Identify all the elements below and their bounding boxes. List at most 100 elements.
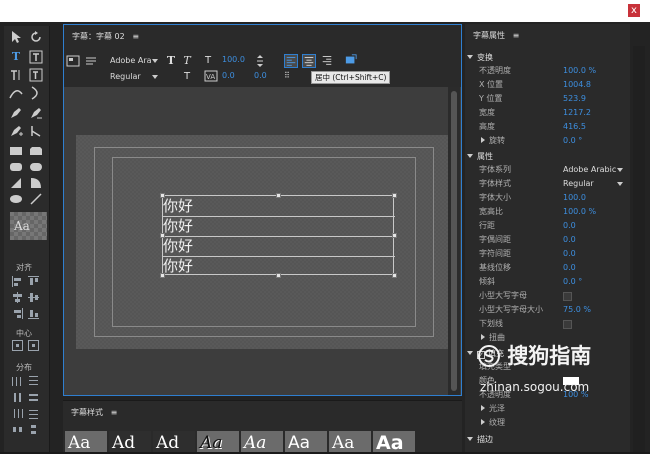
y-position-value[interactable]: 523.9: [563, 92, 586, 106]
title-styles-tab[interactable]: 字幕样式 ≡: [71, 407, 117, 418]
style-sample[interactable]: Aa: [373, 431, 415, 454]
center-vertical-icon[interactable]: [28, 340, 39, 351]
canvas-scrollbar[interactable]: [448, 87, 460, 395]
slant-field[interactable]: 0.0 °: [563, 275, 582, 289]
close-button[interactable]: x: [628, 4, 640, 17]
line-spacing-icon[interactable]: [253, 54, 267, 68]
type-tool-icon[interactable]: T: [9, 50, 23, 64]
delete-anchor-tool-icon[interactable]: [29, 106, 43, 120]
distribute-left-icon[interactable]: [12, 376, 23, 387]
tracking-field[interactable]: 0.0: [563, 247, 576, 261]
align-left-icon[interactable]: [12, 276, 23, 287]
distribute-horizontal-center-icon[interactable]: [12, 392, 23, 403]
distribute-top-icon[interactable]: [28, 376, 39, 387]
align-top-icon[interactable]: [28, 276, 39, 287]
aspect-value[interactable]: 100.0 %: [563, 205, 596, 219]
distribute-vertical-even-icon[interactable]: [28, 424, 39, 435]
style-sample[interactable]: Aa: [285, 431, 327, 454]
kerning-field[interactable]: 0.0: [563, 233, 576, 247]
align-right-icon[interactable]: [12, 308, 23, 319]
rectangle-tool-icon[interactable]: [9, 144, 23, 158]
wedge-tool-icon[interactable]: [9, 176, 23, 190]
rounded-rect-tool-icon[interactable]: [9, 160, 23, 174]
add-anchor-tool-icon[interactable]: [9, 124, 23, 138]
font-style-select[interactable]: Regular: [110, 71, 158, 83]
distribute-horizontal-even-icon[interactable]: [12, 424, 23, 435]
show-background-icon[interactable]: ⠿: [284, 71, 290, 80]
style-sample[interactable]: Aa: [65, 431, 107, 454]
kerning-value[interactable]: 0.0: [222, 71, 235, 80]
attributes-group[interactable]: 属性: [465, 151, 493, 162]
line-tool-icon[interactable]: [29, 192, 43, 206]
texture-row[interactable]: 纹理: [465, 416, 630, 430]
convert-anchor-tool-icon[interactable]: [29, 124, 43, 138]
italic-button[interactable]: T: [180, 54, 194, 68]
vertical-path-type-tool-icon[interactable]: [29, 86, 43, 100]
text-bounding-box[interactable]: 你好 你好 你好 你好: [160, 193, 397, 278]
resize-handle[interactable]: [276, 193, 281, 198]
small-caps-size-field[interactable]: 75.0 %: [563, 303, 591, 317]
style-sample[interactable]: Aa: [197, 431, 239, 454]
opacity-value[interactable]: 100.0 %: [563, 64, 596, 78]
distribute-vertical-center-icon[interactable]: [28, 392, 39, 403]
rotation-row[interactable]: 旋转 0.0 °: [465, 134, 630, 148]
align-text-center-button[interactable]: [302, 54, 316, 68]
style-sample[interactable]: Ad: [109, 431, 151, 454]
baseline-field[interactable]: 0.0: [563, 261, 576, 275]
style-sample[interactable]: Aa: [329, 431, 371, 454]
bold-button[interactable]: T: [164, 54, 178, 68]
transform-group[interactable]: 变换: [465, 52, 493, 63]
width-value[interactable]: 1217.2: [563, 106, 591, 120]
arc-tool-icon[interactable]: [29, 176, 43, 190]
rotation-value[interactable]: 0.0 °: [563, 134, 582, 148]
vertical-type-tool-icon[interactable]: [9, 68, 23, 82]
align-vertical-center-icon[interactable]: [28, 292, 39, 303]
title-properties-tab[interactable]: 字幕属性 ≡: [473, 30, 519, 41]
resize-handle[interactable]: [276, 273, 281, 278]
rounded-corner-rect-tool-icon[interactable]: [29, 160, 43, 174]
tab-stops-button[interactable]: [344, 54, 358, 68]
vertical-area-type-tool-icon[interactable]: [29, 68, 43, 82]
distribute-right-icon[interactable]: [12, 408, 23, 419]
resize-handle[interactable]: [160, 273, 165, 278]
style-sample[interactable]: Ad: [153, 431, 195, 454]
resize-handle[interactable]: [392, 273, 397, 278]
ellipse-tool-icon[interactable]: [9, 192, 23, 206]
style-sample[interactable]: Aa: [241, 431, 283, 454]
area-type-tool-icon[interactable]: [29, 50, 43, 64]
font-family-dropdown[interactable]: Adobe Arabic: [563, 163, 625, 177]
font-style-dropdown[interactable]: Regular: [563, 177, 625, 191]
small-caps-checkbox[interactable]: [563, 292, 572, 301]
align-text-right-button[interactable]: [320, 54, 334, 68]
path-type-tool-icon[interactable]: [9, 86, 23, 100]
pen-tool-icon[interactable]: [9, 106, 23, 120]
clipped-corner-rect-tool-icon[interactable]: [29, 144, 43, 158]
new-title-icon[interactable]: [66, 55, 80, 67]
title-canvas[interactable]: 你好 你好 你好 你好: [76, 135, 452, 349]
x-position-value[interactable]: 1004.8: [563, 78, 591, 92]
roll-crawl-options-icon[interactable]: [84, 55, 98, 67]
leading-value[interactable]: 0.0: [254, 71, 267, 80]
resize-handle[interactable]: [160, 193, 165, 198]
tracking-row: 字符间距 0.0: [465, 247, 630, 261]
center-horizontal-icon[interactable]: [12, 340, 23, 351]
underline-checkbox[interactable]: [563, 320, 572, 329]
rotate-tool-icon[interactable]: [29, 30, 43, 44]
selection-tool-icon[interactable]: [9, 30, 23, 44]
title-canvas-area[interactable]: 你好 你好 你好 你好: [64, 87, 461, 395]
resize-handle[interactable]: [392, 193, 397, 198]
stroke-group[interactable]: 描边: [465, 434, 493, 445]
align-text-left-button[interactable]: [284, 54, 298, 68]
font-size-value[interactable]: 100.0: [222, 55, 245, 64]
resize-handle[interactable]: [160, 233, 165, 238]
title-panel-tab[interactable]: 字幕：字幕 02 ≡: [72, 31, 139, 42]
align-horizontal-center-icon[interactable]: [12, 292, 23, 303]
resize-handle[interactable]: [392, 233, 397, 238]
align-bottom-icon[interactable]: [28, 308, 39, 319]
font-size-field[interactable]: 100.0: [563, 191, 586, 205]
font-family-select[interactable]: Adobe Ara: [110, 55, 158, 67]
height-value[interactable]: 416.5: [563, 120, 586, 134]
leading-field[interactable]: 0.0: [563, 219, 576, 233]
height-row: 高度 416.5: [465, 120, 630, 134]
distribute-bottom-icon[interactable]: [28, 408, 39, 419]
